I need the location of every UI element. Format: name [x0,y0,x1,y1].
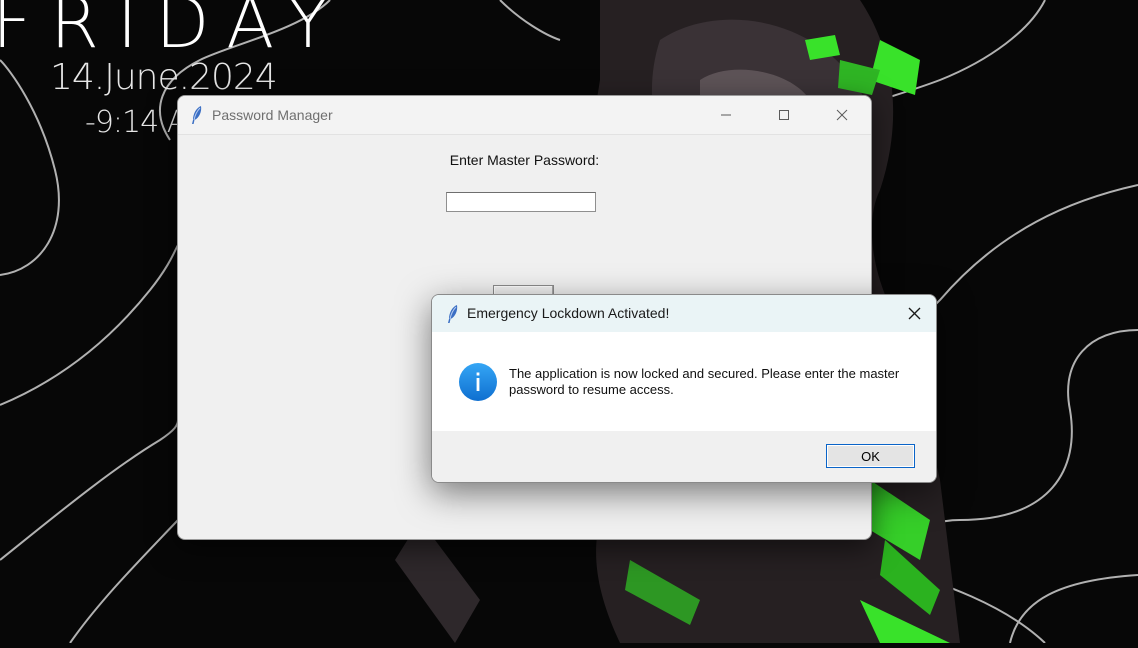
wallpaper-time: -9:14 A [85,105,187,140]
lockdown-dialog: Emergency Lockdown Activated! The applic… [431,294,937,483]
close-button[interactable] [813,96,871,134]
master-password-input[interactable] [446,192,596,212]
close-icon [908,307,920,320]
maximize-button[interactable] [755,96,813,134]
main-titlebar[interactable]: Password Manager [178,96,871,135]
wallpaper-day: FRIDAY [0,0,348,64]
master-password-label: Enter Master Password: [449,152,600,168]
dialog-footer: OK [432,431,936,482]
maximize-icon [779,110,789,120]
info-icon [459,363,497,401]
feather-icon [448,305,458,323]
dialog-title: Emergency Lockdown Activated! [467,305,670,321]
minimize-icon [721,114,731,116]
dialog-body: The application is now locked and secure… [432,332,936,430]
minimize-button[interactable] [697,96,755,134]
ok-button[interactable]: OK [826,444,915,468]
feather-icon [192,106,202,124]
main-window-title: Password Manager [212,107,333,123]
dialog-titlebar[interactable]: Emergency Lockdown Activated! [432,295,936,332]
wallpaper-date: 14.June.2024 [50,57,278,98]
close-icon [836,109,848,121]
dialog-close-button[interactable] [892,295,936,332]
dialog-message: The application is now locked and secure… [509,366,900,397]
